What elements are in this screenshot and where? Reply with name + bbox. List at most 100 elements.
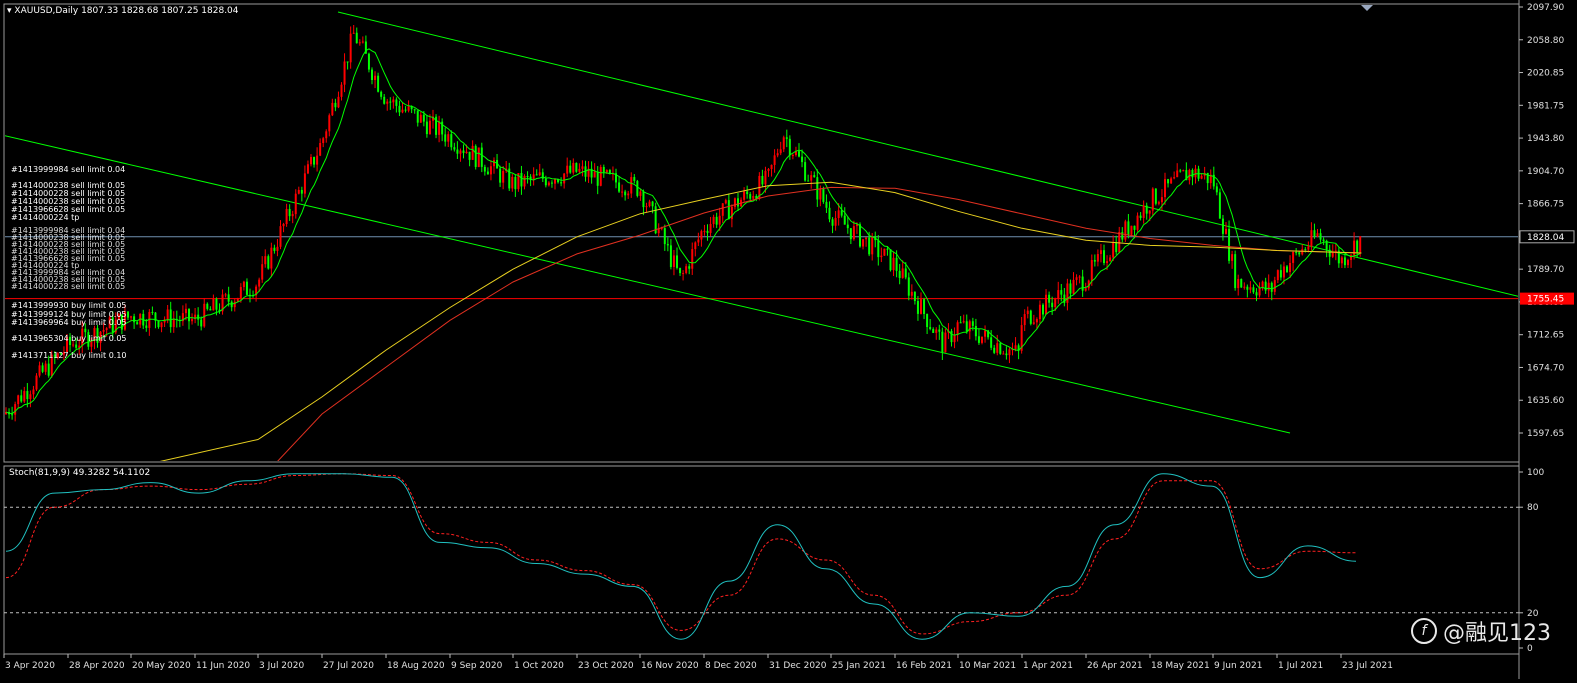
bull-candle xyxy=(1142,205,1145,218)
bull-candle xyxy=(1276,270,1279,281)
bear-candle xyxy=(483,166,486,172)
bear-candle xyxy=(1060,290,1063,295)
bull-candle xyxy=(306,164,309,174)
order-label[interactable]: #1414000224 tp xyxy=(11,213,79,222)
bull-candle xyxy=(1289,262,1292,273)
bear-candle xyxy=(1221,218,1224,234)
price-y-tick-label: 1981.75 xyxy=(1527,101,1564,111)
bull-candle xyxy=(764,170,767,185)
bull-candle xyxy=(392,99,395,103)
x-tick-label: 1 Jul 2021 xyxy=(1278,661,1323,671)
bull-candle xyxy=(493,159,495,167)
bull-candle xyxy=(532,174,535,180)
bear-candle xyxy=(1313,230,1316,237)
bear-candle xyxy=(499,168,502,183)
order-label[interactable]: #1413711127 buy limit 0.10 xyxy=(11,351,127,360)
bear-candle xyxy=(1246,286,1249,290)
bull-candle xyxy=(984,330,987,337)
bear-candle xyxy=(1127,221,1130,235)
bear-candle xyxy=(20,395,23,402)
bear-candle xyxy=(1343,257,1346,266)
bull-candle xyxy=(374,75,377,81)
price-y-tick-label: 1597.65 xyxy=(1527,429,1564,439)
bear-candle xyxy=(575,162,578,172)
bull-candle xyxy=(428,120,431,135)
bear-candle xyxy=(825,201,828,208)
bear-candle xyxy=(398,105,401,113)
bear-candle xyxy=(886,248,889,250)
bull-candle xyxy=(1231,254,1234,261)
bull-candle xyxy=(1173,177,1176,179)
bull-candle xyxy=(224,294,227,296)
bull-candle xyxy=(712,216,715,224)
bull-candle xyxy=(44,363,47,372)
order-label[interactable]: #1413999930 buy limit 0.05 xyxy=(11,301,127,310)
level-price-tag: 1755.45 xyxy=(1527,295,1564,305)
bear-candle xyxy=(624,191,627,196)
bear-candle xyxy=(971,321,974,326)
bull-candle xyxy=(264,256,267,265)
bull-candle xyxy=(791,155,794,157)
bull-candle xyxy=(1194,168,1197,178)
bull-candle xyxy=(294,193,297,215)
bull-candle xyxy=(871,236,874,255)
bull-candle xyxy=(743,191,746,200)
bear-candle xyxy=(1154,188,1157,204)
order-label[interactable]: #1413999984 sell limit 0.04 xyxy=(11,165,125,174)
bear-candle xyxy=(926,313,929,328)
price-y-tick-label: 2058.80 xyxy=(1527,36,1564,46)
price-panel-frame xyxy=(3,3,1520,463)
bear-candle xyxy=(1319,233,1322,240)
bull-candle xyxy=(203,303,206,327)
bull-candle xyxy=(343,61,346,85)
price-y-tick-label: 1712.65 xyxy=(1527,331,1564,341)
bear-candle xyxy=(923,299,926,314)
bull-candle xyxy=(1160,197,1163,203)
bear-candle xyxy=(761,175,764,185)
order-label-stacked[interactable]: #1414000228 sell limit 0.05 xyxy=(11,282,125,291)
bull-candle xyxy=(1249,287,1252,290)
bear-candle xyxy=(877,240,880,258)
bear-candle xyxy=(267,256,270,269)
bull-candle xyxy=(386,101,389,104)
bear-candle xyxy=(245,281,248,295)
bear-candle xyxy=(1042,304,1044,315)
bull-candle xyxy=(352,32,355,34)
bull-candle xyxy=(1054,298,1057,308)
stoch-signal-line xyxy=(5,473,1357,635)
price-y-tick-label: 1789.70 xyxy=(1527,265,1564,275)
stoch-header: Stoch(81,9,9) 49.3282 54.1102 xyxy=(9,468,151,478)
dropdown-triangle-icon[interactable]: ▾ xyxy=(7,6,12,16)
bear-candle xyxy=(145,325,148,328)
bear-candle xyxy=(47,363,50,376)
bear-candle xyxy=(334,102,337,108)
bull-candle xyxy=(276,246,279,251)
bear-candle xyxy=(669,245,672,267)
chart-canvas[interactable]: 2097.90 2058.80 2020.85 1981.75 1943.80 1904.… xyxy=(0,0,1577,679)
bear-candle xyxy=(1048,294,1051,303)
bull-candle xyxy=(502,170,505,183)
ohlc-values: 1807.33 1828.68 1807.25 1828.04 xyxy=(81,6,239,16)
bull-candle xyxy=(621,191,624,193)
bull-candle xyxy=(880,255,883,258)
bull-candle xyxy=(697,239,700,243)
bull-candle xyxy=(328,115,331,132)
bear-candle xyxy=(932,329,935,333)
bull-candle xyxy=(477,147,480,167)
bull-candle xyxy=(401,109,404,113)
bull-candle xyxy=(1112,242,1115,258)
price-y-tick-label: 2020.85 xyxy=(1527,69,1564,79)
bear-candle xyxy=(749,194,752,199)
bear-candle xyxy=(1145,205,1148,214)
bear-candle xyxy=(965,321,968,332)
order-label[interactable]: #1413969964 buy limit 0.05 xyxy=(11,318,127,327)
bull-candle xyxy=(1200,175,1203,179)
bear-candle xyxy=(1295,252,1298,254)
order-label[interactable]: #1413965304 buy limit 0.05 xyxy=(11,334,127,343)
bull-candle xyxy=(1292,252,1295,263)
bear-candle xyxy=(133,316,136,323)
bull-candle xyxy=(1118,231,1121,253)
bull-candle xyxy=(730,206,733,220)
bull-candle xyxy=(1002,353,1005,355)
bear-candle xyxy=(1103,250,1105,264)
